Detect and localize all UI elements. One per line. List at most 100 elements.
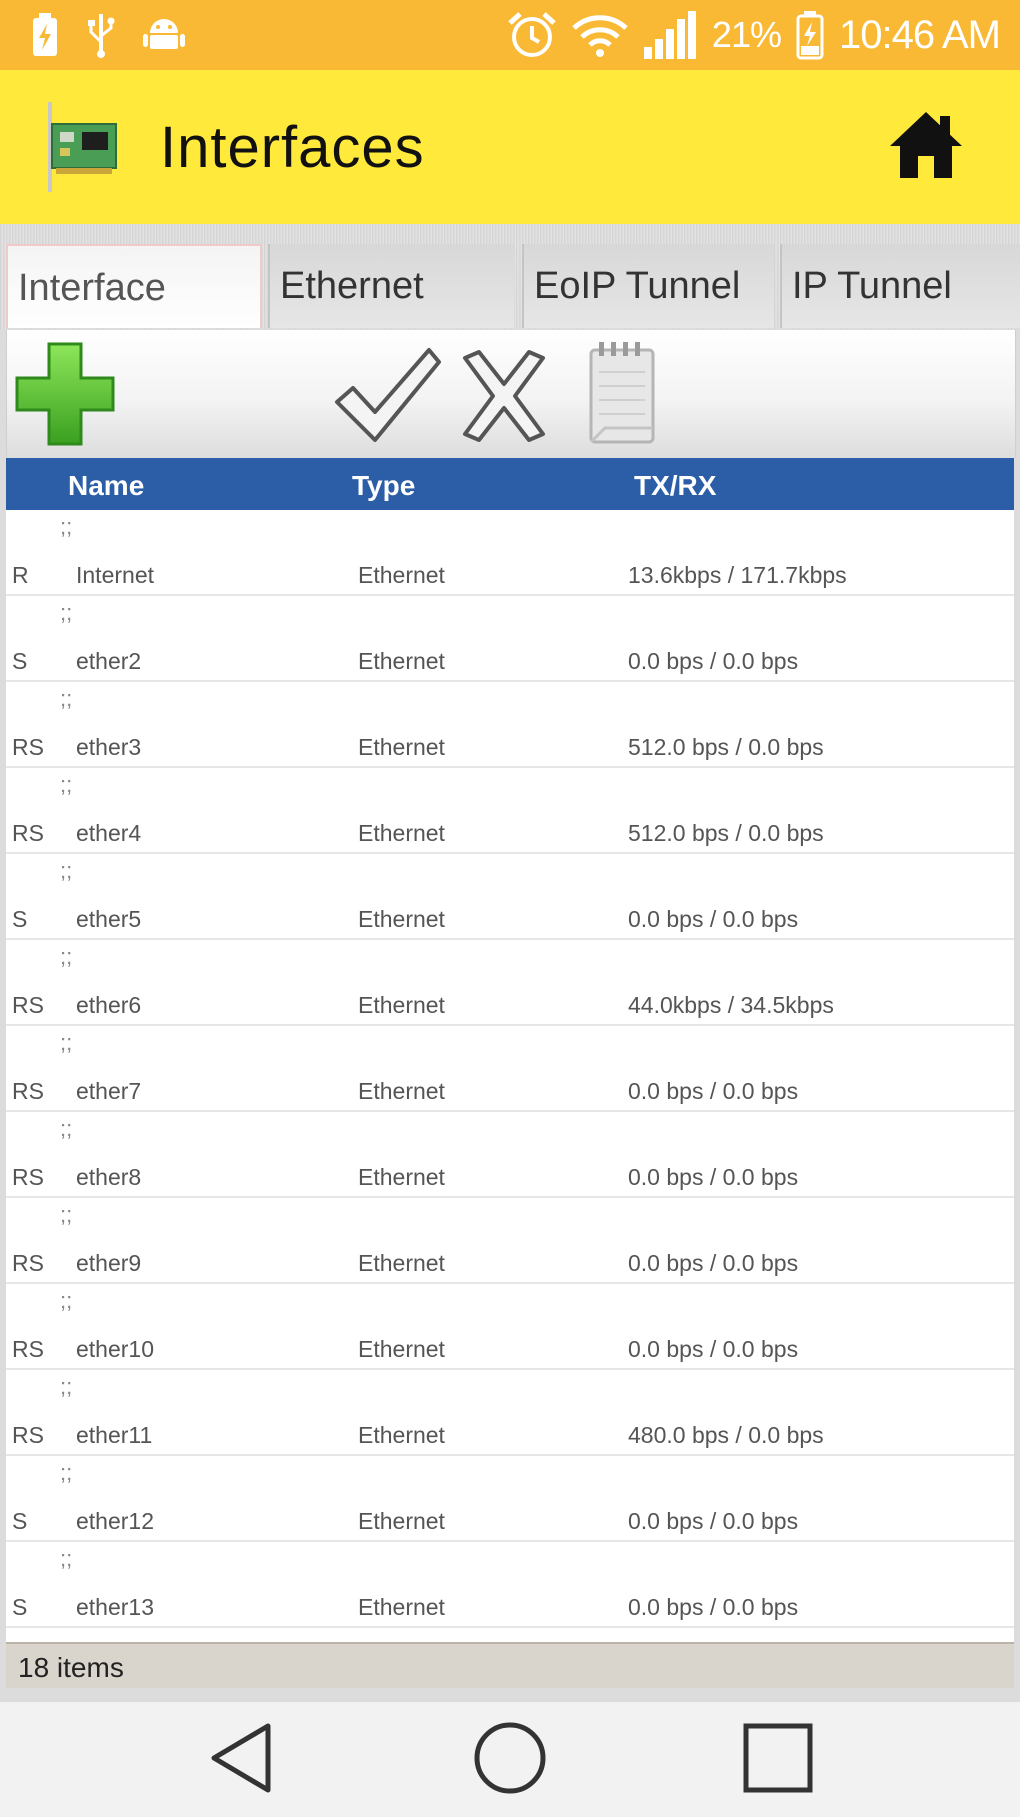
- row-drag-handle[interactable]: ;;: [60, 946, 72, 968]
- row-name: ether3: [76, 734, 142, 760]
- row-type: Ethernet: [358, 1422, 445, 1448]
- row-txrx: 512.0 bps / 0.0 bps: [628, 734, 824, 760]
- table-row[interactable]: ;; RS ether10 Ethernet 0.0 bps / 0.0 bps: [6, 1284, 1014, 1370]
- row-flag: RS: [12, 1422, 44, 1448]
- row-txrx: 0.0 bps / 0.0 bps: [628, 1594, 799, 1620]
- row-txrx: 44.0kbps / 34.5kbps: [628, 992, 834, 1018]
- row-drag-handle[interactable]: ;;: [60, 1204, 72, 1226]
- row-flag: RS: [12, 1336, 44, 1362]
- row-name: ether11: [76, 1422, 153, 1448]
- table-row[interactable]: ;; RS ether9 Ethernet 0.0 bps / 0.0 bps: [6, 1198, 1014, 1284]
- table-row[interactable]: ;; Sether12 Ethernet 0.0 bps / 0.0 bps: [6, 1456, 1014, 1542]
- signal-icon: [642, 9, 698, 61]
- column-header-txrx[interactable]: TX/RX: [634, 470, 716, 502]
- row-flag: RS: [12, 1164, 44, 1190]
- row-type: Ethernet: [358, 1336, 445, 1362]
- table-header: Name Type TX/RX: [6, 458, 1014, 510]
- row-name: ether6: [76, 992, 142, 1018]
- network-card-icon: [42, 102, 120, 192]
- row-type: Ethernet: [358, 648, 445, 674]
- recents-icon[interactable]: [742, 1722, 814, 1799]
- row-flag: S: [12, 648, 28, 674]
- tab-eoip-tunnel[interactable]: EoIP Tunnel: [522, 244, 774, 328]
- table-row[interactable]: ;; RS ether8 Ethernet 0.0 bps / 0.0 bps: [6, 1112, 1014, 1198]
- row-name: ether5: [76, 906, 142, 932]
- tab-label: Interface: [18, 267, 166, 309]
- row-txrx: 512.0 bps / 0.0 bps: [628, 820, 824, 846]
- table-row[interactable]: ;; RS ether7 Ethernet 0.0 bps / 0.0 bps: [6, 1026, 1014, 1112]
- tab-ip-tunnel[interactable]: IP Tunnel: [780, 244, 1020, 328]
- status-footer: 18 items: [6, 1642, 1014, 1688]
- row-flag: S: [12, 1508, 28, 1534]
- back-icon[interactable]: [206, 1720, 276, 1801]
- row-txrx: 0.0 bps / 0.0 bps: [628, 1508, 799, 1534]
- row-name: ether4: [76, 820, 142, 846]
- home-icon[interactable]: [888, 108, 964, 182]
- row-type: Ethernet: [358, 1250, 445, 1276]
- row-flag: RS: [12, 1250, 44, 1276]
- page-title: Interfaces: [160, 115, 425, 180]
- comment-notepad-icon[interactable]: [581, 336, 671, 455]
- table-row[interactable]: ;; Sether5 Ethernet 0.0 bps / 0.0 bps: [6, 854, 1014, 940]
- row-type: Ethernet: [358, 1508, 445, 1534]
- alarm-icon: [506, 9, 558, 61]
- status-right-icons: 21% 10:46 AM: [506, 6, 1001, 64]
- row-name: ether2: [76, 648, 142, 674]
- row-type: Ethernet: [358, 1594, 445, 1620]
- tab-label: IP Tunnel: [792, 265, 952, 307]
- add-icon[interactable]: [13, 340, 117, 453]
- screen: 21% 10:46 AM Interfaces Interface Ethern…: [0, 0, 1020, 1817]
- row-txrx: 0.0 bps / 0.0 bps: [628, 1336, 799, 1362]
- row-type: Ethernet: [358, 992, 445, 1018]
- row-drag-handle[interactable]: ;;: [60, 516, 72, 538]
- row-flag: S: [12, 906, 28, 932]
- row-txrx: 0.0 bps / 0.0 bps: [628, 1078, 799, 1104]
- row-name: ether9: [76, 1250, 142, 1276]
- row-flag: RS: [12, 734, 44, 760]
- table-row[interactable]: ;; RS ether4 Ethernet 512.0 bps / 0.0 bps: [6, 768, 1014, 854]
- row-drag-handle[interactable]: ;;: [60, 688, 72, 710]
- row-txrx: 0.0 bps / 0.0 bps: [628, 1250, 799, 1276]
- disable-x-icon[interactable]: [457, 348, 551, 449]
- wifi-icon: [572, 12, 628, 58]
- table-row[interactable]: ;; RS ether11 Ethernet 480.0 bps / 0.0 bps: [6, 1370, 1014, 1456]
- clock: 10:46 AM: [838, 12, 1001, 57]
- row-flag: RS: [12, 992, 44, 1018]
- table-row[interactable]: ;; R Internet Ethernet 13.6kbps / 171.7kbps: [6, 510, 1014, 596]
- row-name: ether12: [76, 1508, 155, 1534]
- tab-ethernet[interactable]: Ethernet: [268, 244, 514, 328]
- status-bar: 21% 10:46 AM: [0, 0, 1020, 70]
- enable-check-icon[interactable]: [333, 344, 443, 449]
- home-circle-icon[interactable]: [472, 1720, 548, 1801]
- row-type: Ethernet: [358, 562, 445, 588]
- row-drag-handle[interactable]: ;;: [60, 1462, 72, 1484]
- tab-interface[interactable]: Interface: [6, 244, 262, 328]
- table-row[interactable]: ;; Sether2 Ethernet 0.0 bps / 0.0 bps: [6, 596, 1014, 682]
- row-drag-handle[interactable]: ;;: [60, 602, 72, 624]
- usb-icon: [86, 12, 116, 58]
- battery-saver-icon: [30, 12, 60, 58]
- row-drag-handle[interactable]: ;;: [60, 1290, 72, 1312]
- row-drag-handle[interactable]: ;;: [60, 1118, 72, 1140]
- column-header-name[interactable]: Name: [68, 470, 144, 502]
- toolbar: [6, 330, 1016, 458]
- row-type: Ethernet: [358, 820, 445, 846]
- table-row[interactable]: ;; RS ether3 Ethernet 512.0 bps / 0.0 bps: [6, 682, 1014, 768]
- row-drag-handle[interactable]: ;;: [60, 1032, 72, 1054]
- row-drag-handle[interactable]: ;;: [60, 860, 72, 882]
- row-flag: RS: [12, 1078, 44, 1104]
- row-type: Ethernet: [358, 1164, 445, 1190]
- row-type: Ethernet: [358, 906, 445, 932]
- item-count: 18 items: [18, 1652, 124, 1683]
- row-flag: RS: [12, 820, 44, 846]
- row-type: Ethernet: [358, 734, 445, 760]
- row-name: ether10: [76, 1336, 155, 1362]
- row-drag-handle[interactable]: ;;: [60, 1548, 72, 1570]
- row-drag-handle[interactable]: ;;: [60, 1376, 72, 1398]
- column-header-type[interactable]: Type: [352, 470, 415, 502]
- row-txrx: 13.6kbps / 171.7kbps: [628, 562, 847, 588]
- row-drag-handle[interactable]: ;;: [60, 774, 72, 796]
- table-row[interactable]: ;; RS ether6 Ethernet 44.0kbps / 34.5kbps: [6, 940, 1014, 1026]
- table-row[interactable]: ;; Sether13 Ethernet 0.0 bps / 0.0 bps: [6, 1542, 1014, 1628]
- row-txrx: 0.0 bps / 0.0 bps: [628, 648, 799, 674]
